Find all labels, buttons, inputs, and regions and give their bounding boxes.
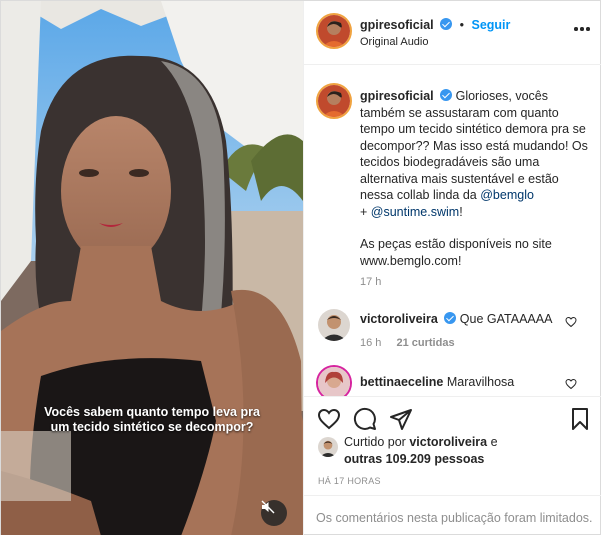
follow-button[interactable]: Seguir — [471, 18, 510, 32]
mute-button[interactable] — [261, 500, 287, 526]
comment-body: bettinaeceline Maravilhosa — [360, 374, 514, 390]
avatar[interactable] — [318, 85, 350, 117]
heart-icon[interactable] — [565, 378, 577, 390]
post-caption: gpiresoficial Glorioses, vocês também se… — [360, 88, 592, 269]
heart-icon[interactable] — [317, 407, 341, 431]
post-dialog: Vocês sabem quanto tempo leva pra um tec… — [0, 0, 601, 535]
comment-body: victoroliveira Que GATAAAAA — [360, 311, 552, 327]
subtitle-line-1: Vocês sabem quanto tempo leva pra — [44, 405, 260, 419]
video-frame-illustration — [1, 1, 303, 535]
more-options-icon[interactable] — [574, 27, 590, 33]
likes-suffix: e — [487, 435, 498, 449]
comments-limited-notice: Os comentários nesta publicação foram li… — [304, 495, 601, 535]
likes-prefix: Curtido por — [344, 435, 410, 449]
caption-text-part-1: Glorioses, vocês também se assustaram co… — [360, 89, 588, 202]
comment-username[interactable]: bettinaeceline — [360, 375, 443, 389]
comments-section: gpiresoficial Glorioses, vocês também se… — [304, 66, 601, 396]
caption-text-part-3: ! — [459, 204, 463, 219]
verified-badge-icon — [444, 312, 457, 324]
likes-line-2: outras 109.209 pessoas — [344, 452, 484, 466]
likes-others[interactable]: outras 109.209 pessoas — [344, 452, 484, 466]
mention-link[interactable]: @bemglo — [480, 188, 534, 202]
speaker-muted-icon — [261, 500, 275, 514]
comment-username[interactable]: victoroliveira — [360, 312, 438, 326]
caption-timestamp[interactable]: 17 h — [360, 276, 381, 288]
avatar[interactable] — [318, 367, 350, 396]
likes-user[interactable]: victoroliveira — [409, 435, 487, 449]
comment-text: Maravilhosa — [446, 375, 515, 389]
verified-badge-icon — [440, 18, 453, 30]
avatar[interactable] — [318, 309, 350, 341]
comment-icon[interactable] — [353, 407, 377, 431]
mention-link[interactable]: @suntime.swim — [371, 205, 459, 219]
comment-text: Que GATAAAAA — [459, 312, 553, 326]
separator: • — [459, 18, 464, 32]
audio-label[interactable]: Original Audio — [360, 36, 429, 48]
post-video[interactable]: Vocês sabem quanto tempo leva pra um tec… — [1, 1, 303, 535]
limited-text: Os comentários nesta publicação foram li… — [316, 511, 593, 525]
post-header: gpiresoficial • Seguir Original Audio — [304, 1, 601, 65]
avatar[interactable] — [318, 437, 338, 457]
header-username[interactable]: gpiresoficial — [360, 18, 434, 32]
comment-time[interactable]: 16 h — [360, 337, 381, 349]
caption-username[interactable]: gpiresoficial — [360, 89, 434, 103]
paper-plane-icon[interactable] — [389, 407, 413, 431]
likes-line-1: Curtido por victoroliveira e — [344, 435, 498, 449]
heart-icon[interactable] — [565, 316, 577, 328]
video-subtitle: Vocês sabem quanto tempo leva pra um tec… — [1, 405, 303, 435]
bookmark-icon[interactable] — [568, 407, 592, 431]
avatar[interactable] — [318, 15, 350, 47]
post-time-ago[interactable]: HÁ 17 HORAS — [318, 476, 381, 486]
caption-text-part-2: + — [360, 204, 371, 219]
comment-meta: 16 h 21 curtidas — [360, 337, 467, 349]
caption-text-part-4: As peças estão disponíveis no site www.b… — [360, 237, 552, 268]
subtitle-line-2: um tecido sintético se decompor? — [50, 420, 254, 434]
verified-badge-icon — [440, 89, 453, 101]
header-user-line: gpiresoficial • Seguir — [360, 18, 510, 32]
likes-summary: Curtido por victoroliveira e outras 109.… — [318, 435, 598, 471]
post-side-panel: gpiresoficial • Seguir Original Audio gp… — [303, 1, 601, 535]
comment-likes[interactable]: 21 curtidas — [396, 337, 454, 349]
